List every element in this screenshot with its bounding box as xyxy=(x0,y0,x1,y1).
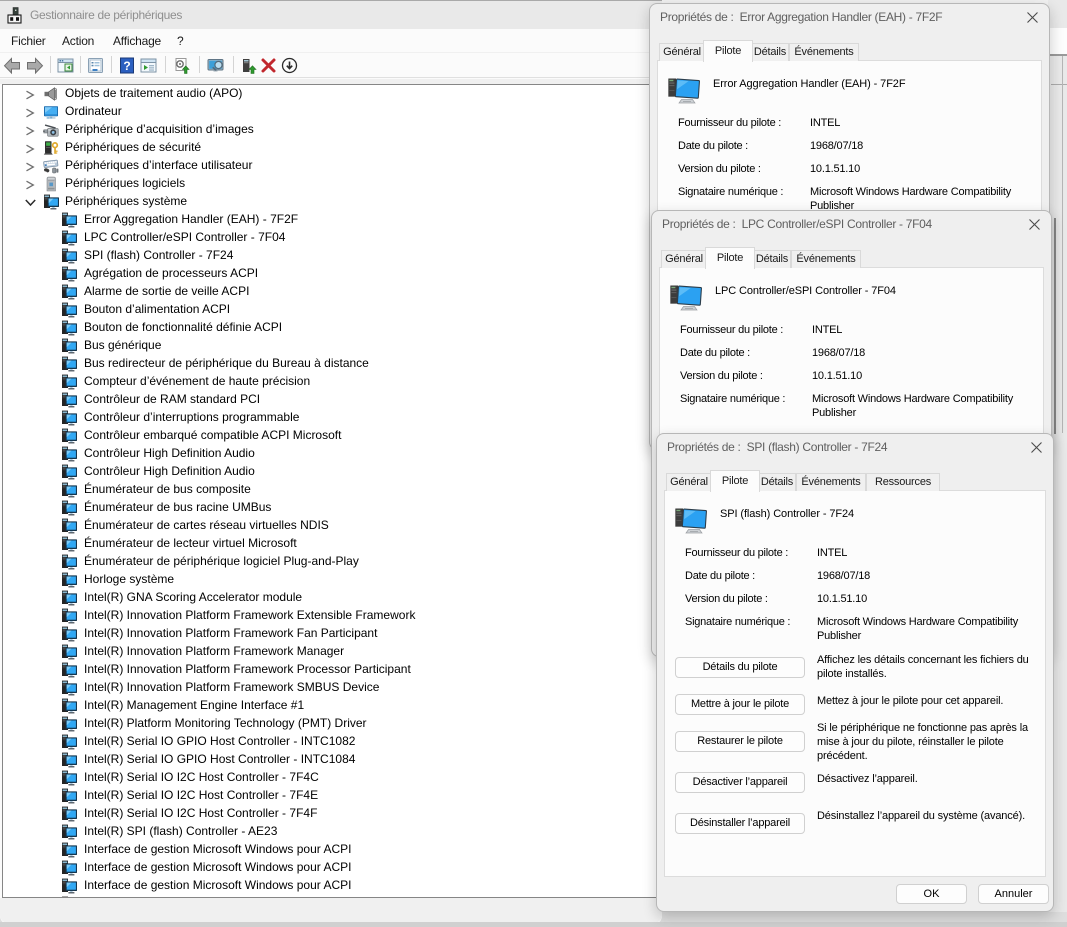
svg-text:?: ? xyxy=(123,59,130,73)
